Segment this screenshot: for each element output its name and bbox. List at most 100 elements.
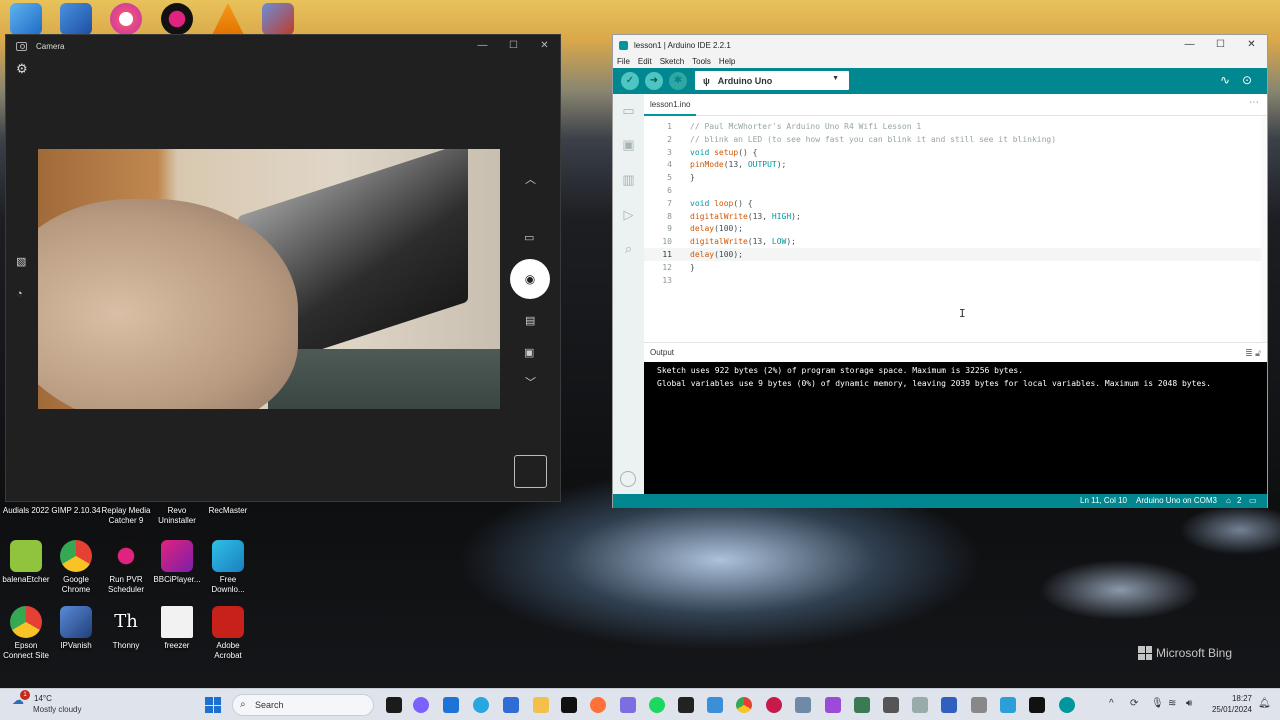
code-line[interactable]: 2 // blink an LED (to see how fast you ca… — [644, 133, 1261, 146]
notifications-icon[interactable]: ⌂ — [1226, 494, 1231, 508]
clock[interactable]: 18:27 25/01/2024 — [1204, 693, 1252, 715]
debug-panel-icon[interactable]: ▷ — [620, 206, 637, 223]
desktop-label-replay[interactable]: Replay Media Catcher 9 — [100, 506, 152, 526]
sync-icon[interactable]: ⟳ — [1130, 698, 1138, 709]
raspberry-pi-icon[interactable] — [766, 697, 782, 713]
photos-icon[interactable] — [620, 697, 636, 713]
chevron-up-icon[interactable]: ^ — [1109, 698, 1114, 709]
notepad-icon[interactable] — [912, 697, 928, 713]
arduino-icon[interactable] — [1059, 697, 1075, 713]
desktop-icon-pvr[interactable] — [151, 3, 203, 38]
debug-button[interactable]: ✱ — [669, 72, 687, 90]
code-line[interactable]: 8 digitalWrite(13, HIGH); — [644, 210, 1261, 223]
wifi-icon[interactable]: ≋ — [1168, 698, 1176, 709]
desktop-icon-freezer[interactable]: freezer — [151, 606, 203, 651]
serial-plotter-icon[interactable]: ∿ — [1220, 73, 1230, 87]
file-explorer-icon[interactable] — [533, 697, 549, 713]
search-icon[interactable]: ⌕ — [620, 240, 637, 257]
lock-scroll-icon[interactable]: 🔓︎ — [1255, 348, 1261, 358]
desktop-icon-adobe-acrobat[interactable]: Adobe Acrobat — [202, 606, 254, 661]
desktop-icon-screen-app[interactable] — [50, 3, 102, 38]
menu-file[interactable]: File — [617, 57, 630, 66]
task-view-icon[interactable] — [386, 697, 402, 713]
desktop-icon-itunes[interactable] — [100, 3, 152, 38]
board-selector[interactable]: ψ Arduino Uno ▼ — [695, 71, 849, 90]
board-port-status[interactable]: Arduino Uno on COM3 — [1136, 494, 1217, 508]
minimize-button[interactable]: — — [1174, 35, 1205, 57]
menu-tools[interactable]: Tools — [692, 57, 711, 66]
ipvanish-icon[interactable] — [1000, 697, 1016, 713]
camera-icon[interactable] — [971, 697, 987, 713]
store-icon[interactable] — [503, 697, 519, 713]
verify-button[interactable]: ✓ — [621, 72, 639, 90]
taskbar-search[interactable]: ⌕ Search — [232, 694, 374, 716]
microphone-icon[interactable]: 🎙︎ — [1151, 698, 1164, 709]
desktop-icon-thonny[interactable]: Th Thonny — [100, 606, 152, 651]
code-line[interactable]: 11 delay(100); — [644, 248, 1261, 261]
code-line[interactable]: 3 void setup() { — [644, 146, 1261, 159]
video-mode-icon[interactable]: ▭ — [524, 231, 534, 244]
desktop-icon-epson[interactable]: Epson Connect Site — [0, 606, 52, 661]
code-line[interactable]: 5} — [644, 171, 1261, 184]
code-line[interactable]: 9 delay(100); — [644, 222, 1261, 235]
spotify-icon[interactable] — [649, 697, 665, 713]
maximize-button[interactable]: ☐ — [1205, 35, 1236, 57]
firefox-icon[interactable] — [590, 697, 606, 713]
desktop-icon-control-panel[interactable] — [0, 3, 52, 38]
minimize-button[interactable]: — — [467, 35, 498, 57]
chat-icon[interactable] — [413, 697, 429, 713]
clear-output-icon[interactable]: ≣ — [1245, 348, 1253, 358]
start-button[interactable] — [205, 697, 221, 713]
mail-icon[interactable] — [443, 697, 459, 713]
desktop-label-recmaster[interactable]: RecMaster — [202, 506, 254, 516]
desktop-icon-run-pvr[interactable]: Run PVR Scheduler — [100, 540, 152, 595]
camera-titlebar[interactable]: Camera — ☐ ✕ — [6, 35, 560, 57]
more-options-icon[interactable]: ⋯ — [1249, 94, 1259, 112]
remote-desktop-icon[interactable] — [941, 697, 957, 713]
photo-thumbnail[interactable] — [514, 455, 547, 488]
user-account-icon[interactable] — [620, 471, 636, 487]
desktop-icon-setup[interactable] — [252, 3, 304, 38]
desktop-icon-balenaetcher[interactable]: balenaEtcher — [0, 540, 52, 585]
notifications-icon[interactable]: 🔔︎ — [1258, 698, 1271, 709]
chrome-icon[interactable] — [736, 697, 752, 713]
code-editor[interactable]: 1 // Paul McWhorter's Arduino Uno R4 Wifi… — [644, 116, 1261, 342]
desktop-label-gimp[interactable]: GIMP 2.10.34 — [50, 506, 102, 516]
terminal-icon[interactable] — [1029, 697, 1045, 713]
capcut-icon[interactable] — [561, 697, 577, 713]
tiktok-icon[interactable] — [678, 697, 694, 713]
close-button[interactable]: ✕ — [529, 35, 560, 57]
code-line[interactable]: 10 digitalWrite(13, LOW); — [644, 235, 1261, 248]
code-line[interactable]: 7 void loop() { — [644, 197, 1261, 210]
close-button[interactable]: ✕ — [1236, 35, 1267, 57]
desktop-label-audials[interactable]: Audials 2022 — [0, 506, 52, 516]
snipping-tool-icon[interactable] — [707, 697, 723, 713]
menu-sketch[interactable]: Sketch — [660, 57, 684, 66]
code-line[interactable]: 12} — [644, 261, 1261, 274]
boards-manager-icon[interactable]: ▣ — [620, 136, 637, 153]
desktop-icon-vlc[interactable] — [202, 3, 254, 38]
take-photo-button[interactable]: ◉ — [510, 259, 550, 299]
desktop-label-revo[interactable]: Revo Uninstaller — [151, 506, 203, 526]
desktop-icon-free-download[interactable]: Free Downlo... — [202, 540, 254, 595]
hdr-off-icon[interactable]: ▧ — [16, 255, 26, 268]
code-line[interactable]: 6 — [644, 184, 1261, 197]
code-line[interactable]: 13 — [644, 274, 1261, 287]
edge-icon[interactable] — [473, 697, 489, 713]
menu-help[interactable]: Help — [719, 57, 735, 66]
app-icon[interactable] — [795, 697, 811, 713]
toggle-bottom-panel-icon[interactable]: ▭ — [1249, 494, 1257, 508]
timer-off-icon[interactable]: ◔ — [16, 288, 23, 300]
notifications-count[interactable]: 2 — [1237, 494, 1241, 508]
menu-edit[interactable]: Edit — [638, 57, 652, 66]
sketchbook-folder-icon[interactable]: ▭ — [620, 102, 637, 119]
code-line[interactable]: 4 pinMode(13, OUTPUT); — [644, 158, 1261, 171]
gear-icon[interactable]: ⚙ — [16, 61, 28, 77]
tab-lesson1-ino[interactable]: lesson1.ino — [644, 94, 697, 116]
desktop-icon-bbc-iplayer[interactable]: BBCiPlayer... — [151, 540, 203, 585]
desktop-icon-chrome[interactable]: Google Chrome — [50, 540, 102, 595]
chevron-down-icon[interactable]: ﹀ — [525, 374, 536, 390]
chevron-up-icon[interactable]: ︿ — [525, 171, 536, 187]
volume-icon[interactable]: 🔊︎ — [1186, 698, 1192, 709]
serial-monitor-icon[interactable]: ⊙ — [1242, 73, 1252, 87]
